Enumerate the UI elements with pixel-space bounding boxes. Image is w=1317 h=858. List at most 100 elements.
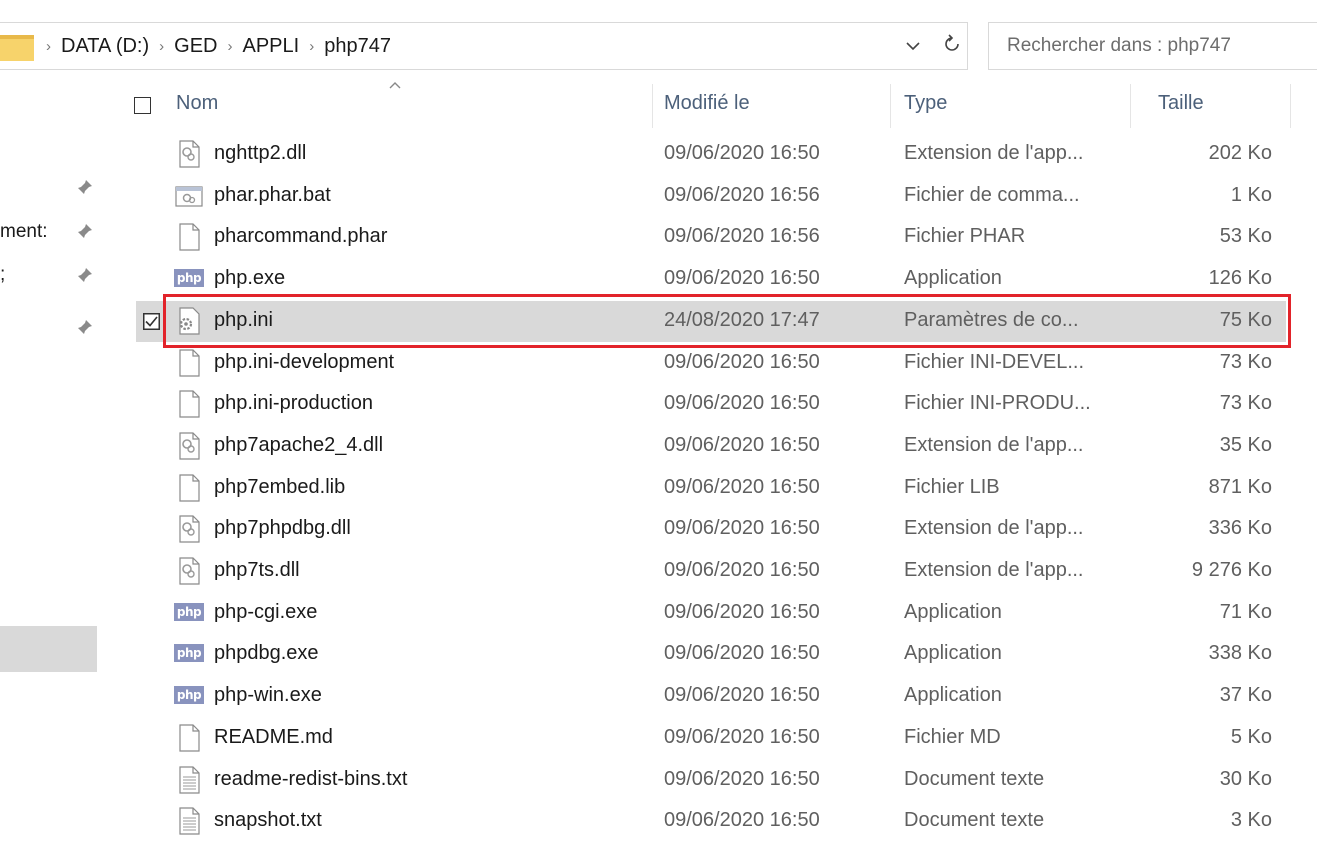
file-modified: 09/06/2020 16:56: [664, 183, 820, 206]
file-row[interactable]: php7apache2_4.dll 09/06/2020 16:50 Extensi…: [0, 426, 1317, 467]
file-name[interactable]: php.ini-development: [214, 351, 394, 374]
file-size: 53 Ko: [1219, 225, 1272, 248]
file-row[interactable]: pharcommand.phar 09/06/2020 16:56 Fichier …: [0, 217, 1317, 258]
address-bar[interactable]: › DATA (D:) › GED › APPLI › php747: [0, 22, 968, 70]
file-name[interactable]: php-win.exe: [214, 684, 322, 707]
file-size: 338 Ko: [1208, 642, 1272, 665]
breadcrumb-item-ged[interactable]: GED: [168, 35, 223, 58]
file-name[interactable]: phar.phar.bat: [214, 184, 331, 207]
file-name[interactable]: phpdbg.exe: [214, 642, 319, 665]
file-row[interactable]: php phpdbg.exe 09/06/2020 16:50 Application…: [0, 634, 1317, 675]
breadcrumb-item-php747[interactable]: php747: [318, 35, 397, 58]
file-row[interactable]: snapshot.txt 09/06/2020 16:50 Document tex…: [0, 801, 1317, 842]
file-modified: 09/06/2020 16:50: [664, 475, 820, 498]
column-header-modified[interactable]: Modifié le: [664, 92, 750, 115]
file-name[interactable]: php.ini-production: [214, 392, 373, 415]
select-all-checkbox[interactable]: [134, 97, 151, 114]
file-name[interactable]: php.exe: [214, 267, 285, 290]
file-type: Fichier INI-DEVEL...: [904, 350, 1085, 373]
search-input[interactable]: Rechercher dans : php747: [988, 22, 1317, 70]
file-row[interactable]: readme-redist-bins.txt 09/06/2020 16:50 Do…: [0, 760, 1317, 801]
file-size: 336 Ko: [1208, 517, 1272, 540]
file-size: 73 Ko: [1219, 350, 1272, 373]
file-modified: 09/06/2020 16:50: [664, 392, 820, 415]
file-type: Fichier PHAR: [904, 225, 1026, 248]
chevron-right-icon[interactable]: ›: [224, 38, 237, 55]
column-header-name[interactable]: Nom: [176, 92, 218, 115]
file-modified: 09/06/2020 16:50: [664, 684, 820, 707]
file-type: Fichier LIB: [904, 475, 1000, 498]
file-modified: 09/06/2020 16:50: [664, 559, 820, 581]
file-row[interactable]: nghttp2.dll 09/06/2020 16:50 Extension de …: [0, 134, 1317, 175]
file-type: Application: [904, 684, 1002, 707]
folder-icon: [0, 29, 36, 63]
breadcrumb-item-appli[interactable]: APPLI: [237, 35, 306, 58]
file-row[interactable]: php7embed.lib 09/06/2020 16:50 Fichier LIB…: [0, 468, 1317, 509]
file-icon: [174, 724, 204, 752]
file-row[interactable]: php.ini-development 09/06/2020 16:50 Fichi…: [0, 343, 1317, 384]
column-divider[interactable]: [652, 84, 653, 128]
file-size: 871 Ko: [1208, 475, 1272, 498]
batch-file-icon: [174, 182, 204, 210]
dll-file-icon: [174, 557, 204, 585]
file-size: 202 Ko: [1208, 142, 1272, 164]
file-modified: 09/06/2020 16:50: [664, 809, 820, 832]
chevron-right-icon[interactable]: ›: [305, 38, 318, 55]
file-row[interactable]: php php-win.exe 09/06/2020 16:50 Applicatio…: [0, 676, 1317, 717]
file-name[interactable]: README.md: [214, 726, 333, 749]
file-size: 126 Ko: [1208, 267, 1272, 290]
file-type: Application: [904, 267, 1002, 290]
breadcrumb: › DATA (D:) › GED › APPLI › php747: [42, 35, 397, 58]
column-header-size[interactable]: Taille: [1158, 92, 1204, 115]
column-divider[interactable]: [890, 84, 891, 128]
file-type: Extension de l'app...: [904, 433, 1084, 456]
file-modified: 09/06/2020 16:50: [664, 517, 820, 540]
file-modified: 09/06/2020 16:50: [664, 767, 820, 790]
column-header-type[interactable]: Type: [904, 92, 947, 115]
php-icon: php: [174, 269, 204, 288]
php-icon: php: [174, 602, 204, 621]
file-size: 9 276 Ko: [1191, 559, 1272, 581]
file-row[interactable]: phar.phar.bat 09/06/2020 16:56 Fichier de …: [0, 176, 1317, 217]
file-modified: 09/06/2020 16:50: [664, 142, 820, 164]
row-checkbox-checked[interactable]: [143, 312, 160, 330]
column-header-row: Nom Modifié le Type Taille: [0, 84, 1317, 128]
file-row[interactable]: php.ini-production 09/06/2020 16:50 Fichie…: [0, 384, 1317, 425]
file-type: Extension de l'app...: [904, 559, 1084, 581]
file-name[interactable]: php7ts.dll: [214, 559, 300, 582]
chevron-down-icon[interactable]: [905, 36, 921, 57]
chevron-right-icon[interactable]: ›: [42, 38, 55, 55]
breadcrumb-item-drive[interactable]: DATA (D:): [55, 35, 155, 58]
file-modified: 09/06/2020 16:50: [664, 600, 820, 623]
file-row[interactable]: php7ts.dll 09/06/2020 16:50 Extension de l…: [0, 551, 1317, 592]
search-placeholder: Rechercher dans : php747: [1007, 35, 1231, 56]
column-divider[interactable]: [1130, 84, 1131, 128]
file-size: 73 Ko: [1219, 392, 1272, 415]
file-type: Document texte: [904, 809, 1045, 832]
column-divider[interactable]: [1290, 84, 1291, 128]
file-row[interactable]: php php-cgi.exe 09/06/2020 16:50 Applicatio…: [0, 593, 1317, 634]
file-row[interactable]: README.md 09/06/2020 16:50 Fichier MD 5 Ko: [0, 718, 1317, 759]
file-name[interactable]: php7phpdbg.dll: [214, 517, 351, 540]
file-type: Fichier de comma...: [904, 183, 1080, 206]
file-modified: 09/06/2020 16:50: [664, 350, 820, 373]
file-type: Application: [904, 642, 1002, 665]
file-name[interactable]: snapshot.txt: [214, 809, 322, 832]
file-size: 5 Ko: [1230, 725, 1272, 748]
file-name[interactable]: nghttp2.dll: [214, 142, 306, 165]
refresh-icon[interactable]: [943, 33, 961, 59]
file-row[interactable]: php7phpdbg.dll 09/06/2020 16:50 Extension …: [0, 509, 1317, 550]
chevron-right-icon[interactable]: ›: [155, 38, 168, 55]
file-type: Fichier INI-PRODU...: [904, 392, 1091, 415]
text-file-icon: [174, 807, 204, 835]
file-name[interactable]: php7apache2_4.dll: [214, 434, 383, 457]
file-modified: 09/06/2020 16:50: [664, 433, 820, 456]
file-name[interactable]: php7embed.lib: [214, 476, 345, 499]
file-name[interactable]: php-cgi.exe: [214, 601, 317, 624]
file-size: 71 Ko: [1219, 600, 1272, 623]
file-size: 37 Ko: [1219, 684, 1272, 707]
file-name[interactable]: readme-redist-bins.txt: [214, 768, 407, 791]
file-size: 1 Ko: [1230, 183, 1272, 206]
file-name[interactable]: pharcommand.phar: [214, 225, 387, 248]
file-modified: 09/06/2020 16:50: [664, 642, 820, 665]
